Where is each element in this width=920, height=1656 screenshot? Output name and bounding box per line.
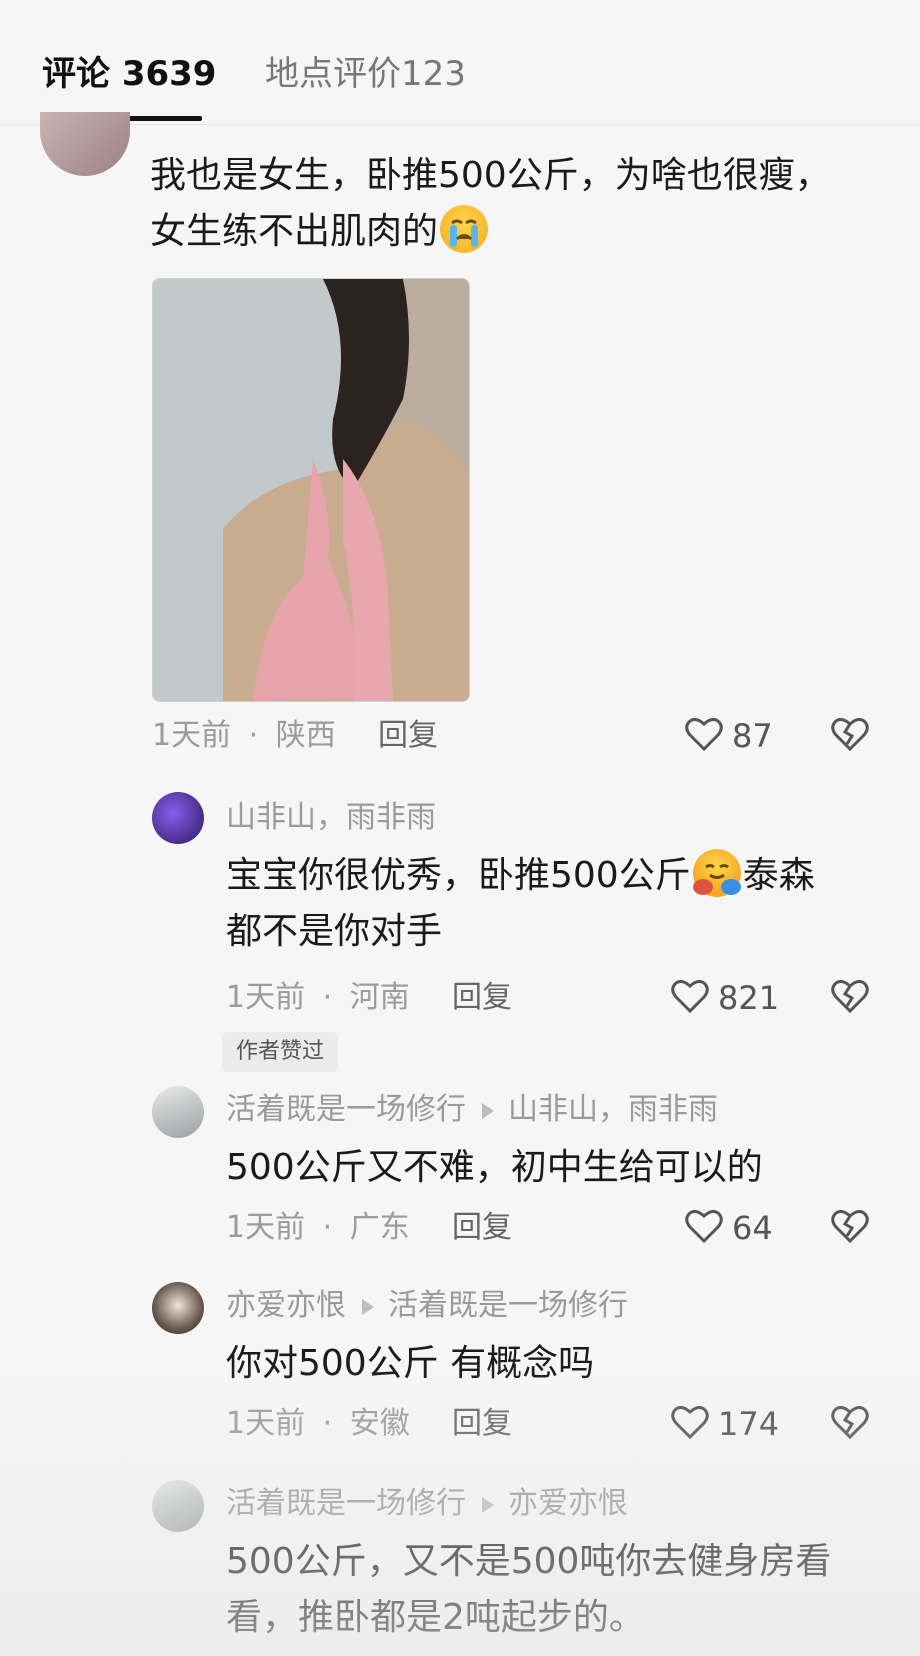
comment-text-line: 泰森 <box>742 855 815 896</box>
reply-button[interactable]: 回复 <box>452 978 512 1018</box>
avatar[interactable] <box>152 1086 204 1138</box>
comment-time: 1天前 <box>152 718 232 753</box>
comment-time: 1天前 <box>226 1210 306 1245</box>
comment-location: 安徽 <box>349 1406 410 1441</box>
reply-arrow-icon <box>482 1496 494 1513</box>
reply-to-username[interactable]: 山非山，雨非雨 <box>508 1092 718 1127</box>
like-button[interactable]: 821 <box>670 976 794 1020</box>
comment-meta: 1天前 · 广东 <box>226 1208 410 1248</box>
meta-separator: · <box>322 980 333 1015</box>
comment-username[interactable]: 山非山，雨非雨 <box>226 798 436 838</box>
crying-face-icon <box>440 205 489 253</box>
comment-text: 宝宝你很优秀，卧推500公斤 泰森 都不是你对手 <box>226 848 906 960</box>
comment-username[interactable]: 活着既是一场修行 <box>226 1092 466 1127</box>
comment-text-line: 都不是你对手 <box>226 911 443 952</box>
comment-meta: 1天前 · 河南 <box>226 978 410 1018</box>
tab-location-reviews[interactable]: 地点评价123 <box>265 52 466 96</box>
reply-arrow-icon <box>362 1298 374 1315</box>
avatar[interactable] <box>40 112 130 176</box>
comment-text-line: 女生练不出肌肉的 <box>150 211 439 252</box>
avatar[interactable] <box>152 1480 204 1532</box>
broken-heart-icon <box>831 979 869 1014</box>
comment-username-row: 活着既是一场修行 山非山，雨非雨 <box>226 1090 718 1130</box>
avatar[interactable] <box>152 1282 204 1334</box>
comment-text: 你对500公斤 有概念吗 <box>226 1343 595 1384</box>
like-button[interactable]: 87 <box>684 714 794 758</box>
comment-meta: 1天前 · 陕西 <box>152 716 336 756</box>
tab-comments[interactable]: 评论 3639 <box>42 52 216 96</box>
comment-text-line: 看，推卧都是2吨起步的。 <box>226 1597 645 1638</box>
broken-heart-icon <box>831 1405 869 1440</box>
dislike-button[interactable] <box>830 714 874 758</box>
author-liked-badge: 作者赞过 <box>222 1032 339 1072</box>
heart-icon <box>685 1209 723 1244</box>
reply-arrow-icon <box>482 1102 494 1119</box>
comment-username[interactable]: 亦爱亦恨 <box>226 1288 346 1323</box>
like-count: 174 <box>718 1405 780 1443</box>
comment-location: 陕西 <box>275 718 336 753</box>
meta-separator: · <box>248 718 259 753</box>
dislike-button[interactable] <box>830 1206 874 1250</box>
reply-to-username[interactable]: 亦爱亦恨 <box>508 1486 628 1521</box>
like-count: 64 <box>732 1209 773 1247</box>
meta-separator: · <box>322 1210 333 1245</box>
comment-text: 我也是女生，卧推500公斤，为啥也很瘦， 女生练不出肌肉的 <box>150 148 890 260</box>
comment-username-row: 亦爱亦恨 活着既是一场修行 <box>226 1286 628 1326</box>
reply-button[interactable]: 回复 <box>452 1208 512 1248</box>
avatar[interactable] <box>152 792 204 844</box>
meta-separator: · <box>322 1406 333 1441</box>
comment-username[interactable]: 活着既是一场修行 <box>226 1486 466 1521</box>
comment-text-line: 500公斤，又不是500吨你去健身房看 <box>226 1541 832 1582</box>
comment-text-line: 我也是女生，卧推500公斤，为啥也很瘦， <box>150 155 831 196</box>
comment-location: 广东 <box>349 1210 410 1245</box>
heart-icon <box>671 1405 709 1440</box>
comment-username-row: 活着既是一场修行 亦爱亦恨 <box>226 1484 628 1524</box>
comment-time: 1天前 <box>226 980 306 1015</box>
broken-heart-icon <box>831 1209 869 1244</box>
like-count: 821 <box>718 979 780 1017</box>
reply-button[interactable]: 回复 <box>452 1404 512 1444</box>
reply-button[interactable]: 回复 <box>378 716 438 756</box>
heart-icon <box>685 717 723 752</box>
comment-text: 500公斤又不难，初中生给可以的 <box>226 1147 763 1188</box>
comment-tabs: 评论 3639 地点评价123 <box>0 0 920 125</box>
dislike-button[interactable] <box>830 1402 874 1446</box>
reply-to-username[interactable]: 活着既是一场修行 <box>388 1288 628 1323</box>
comment-text: 500公斤，又不是500吨你去健身房看 看，推卧都是2吨起步的。 <box>226 1534 906 1646</box>
like-button[interactable]: 174 <box>670 1402 794 1446</box>
comment-time: 1天前 <box>226 1406 306 1441</box>
like-button[interactable]: 64 <box>684 1206 794 1250</box>
hugging-face-icon <box>692 849 741 897</box>
comment-text-line: 宝宝你很优秀，卧推500公斤 <box>226 855 691 896</box>
comment-photo[interactable] <box>152 278 470 702</box>
comment-meta: 1天前 · 安徽 <box>226 1404 410 1444</box>
dislike-button[interactable] <box>830 976 874 1020</box>
comment-location: 河南 <box>349 980 410 1015</box>
broken-heart-icon <box>831 717 869 752</box>
heart-icon <box>671 979 709 1014</box>
like-count: 87 <box>732 717 773 755</box>
